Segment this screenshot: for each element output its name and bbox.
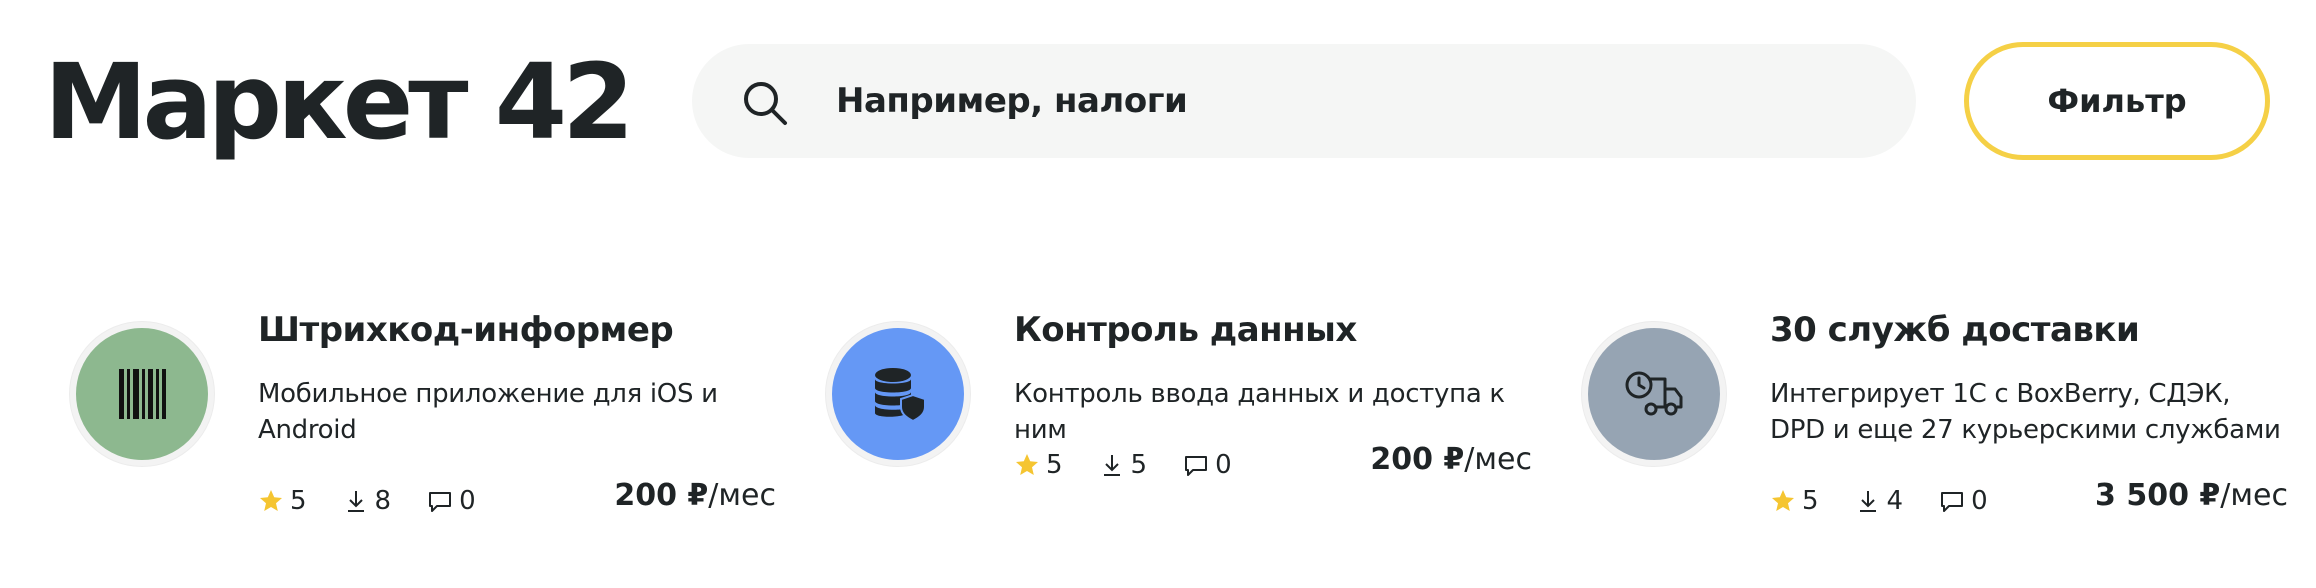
comments-stat: 0 [1939,486,1988,516]
downloads-value: 4 [1886,486,1904,516]
database-shield-icon [875,368,926,423]
downloads-value: 5 [1130,450,1148,480]
app-card[interactable]: Штрихкод-информер Мобильное приложение д… [70,310,776,540]
card-stats: 5 5 0 [1014,450,1268,480]
card-icon [1582,322,1726,466]
card-description: Интегрирует 1С с BoxBerry, СДЭК, DPD и е… [1770,379,2281,445]
search-icon [744,82,787,125]
delivery-truck-icon [1625,371,1683,416]
rating-stat: 5 [1770,486,1819,516]
rating-stat: 5 [258,486,307,516]
card-icon [70,322,214,466]
comment-icon [429,492,452,512]
comments-value: 0 [459,486,476,516]
rating-value: 5 [290,486,307,516]
price-period: /мес [708,478,776,513]
card-price: 200 ₽/мес [1370,442,1532,477]
downloads-stat: 4 [1855,486,1904,516]
price-period: /мес [1464,442,1532,477]
card-description: Контроль ввода данных и доступа к ним [1014,379,1505,445]
download-icon [1859,491,1876,512]
card-title[interactable]: 30 служб доставки [1770,310,2140,350]
downloads-stat: 8 [343,486,392,516]
app-card[interactable]: 30 служб доставки Интегрирует 1С с BoxBe… [1582,310,2288,540]
rating-value: 5 [1802,486,1819,516]
comments-stat: 0 [427,486,476,516]
price-amount: 3 500 ₽ [2095,478,2221,513]
search-input[interactable] [836,72,1876,130]
download-icon [1103,455,1120,476]
rating-stat: 5 [1014,450,1063,480]
header: Маркет 42 Фильтр [0,0,2316,200]
download-icon [347,491,364,512]
card-description: Мобильное приложение для iOS и Android [258,379,718,445]
page-title: Маркет 42 [44,41,634,163]
comment-icon [1185,456,1208,476]
price-period: /мес [2220,478,2288,513]
card-price: 3 500 ₽/мес [2095,478,2288,513]
filter-button[interactable]: Фильтр [1964,42,2270,160]
comments-value: 0 [1215,450,1232,480]
downloads-stat: 5 [1099,450,1148,480]
card-stats: 5 4 0 [1770,486,2024,516]
star-icon [1016,454,1038,475]
app-card[interactable]: Контроль данных Контроль ввода данных и … [826,310,1532,540]
search-bar[interactable] [692,44,1916,158]
rating-value: 5 [1046,450,1063,480]
price-amount: 200 ₽ [614,478,709,513]
card-title[interactable]: Контроль данных [1014,310,1357,350]
star-icon [1772,490,1794,511]
downloads-value: 8 [374,486,392,516]
comments-stat: 0 [1183,450,1232,480]
star-icon [260,490,282,511]
price-amount: 200 ₽ [1370,442,1465,477]
card-icon [826,322,970,466]
comments-value: 0 [1971,486,1988,516]
comment-icon [1941,492,1964,512]
card-title[interactable]: Штрихкод-информер [258,310,674,350]
barcode-icon [119,369,166,419]
card-price: 200 ₽/мес [614,478,776,513]
card-stats: 5 8 0 [258,486,512,516]
